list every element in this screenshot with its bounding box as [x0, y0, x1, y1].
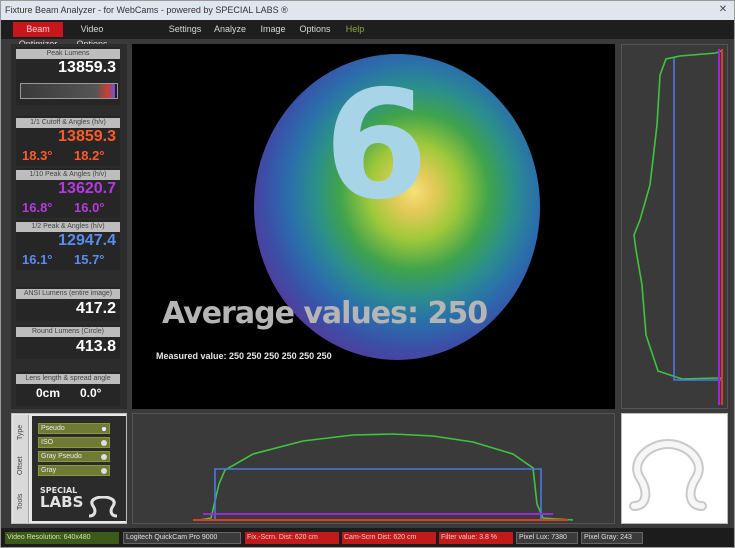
option-gray-pseudo[interactable]: Gray Pseudo — [38, 451, 110, 462]
window-title: Fixture Beam Analyzer - for WebCams - po… — [5, 5, 288, 15]
cutoff-angle-v: 18.2° — [74, 148, 105, 163]
ansi-value: 417.2 — [75, 300, 116, 317]
vertical-profile-plot — [621, 44, 728, 409]
menu-bar: Beam Optimizer Video Options Settings An… — [1, 20, 734, 49]
cutoff-value: 13859.3 — [58, 128, 116, 145]
menu-options[interactable]: Options — [296, 22, 334, 37]
color-mode-block: Pseudo ISO Gray Pseudo Gray SPECIAL LABS — [32, 416, 126, 521]
vertical-profile-svg — [633, 49, 723, 405]
tools-panel: Type Offset Tools Pseudo ISO Gray Pseudo… — [11, 413, 127, 524]
tab-tools[interactable]: Tools — [13, 485, 29, 519]
vertical-profile-green — [633, 50, 722, 380]
tab-type[interactable]: Type — [13, 417, 29, 447]
horizontal-profile-plot — [132, 413, 615, 524]
field-value: 13620.7 — [58, 180, 116, 197]
option-gray-pseudo-label: Gray Pseudo — [41, 453, 82, 460]
peak-meter — [20, 83, 118, 99]
beam-value: 12947.4 — [58, 232, 116, 249]
field-label: 1/10 Peak & Angles (h/v) — [16, 170, 120, 180]
status-camera-name: Logitech QuickCam Pro 9000 — [123, 532, 241, 544]
logo-line2: LABS — [40, 493, 84, 511]
option-iso-label: ISO — [41, 439, 54, 446]
omega-preview-icon — [629, 438, 707, 511]
radio-icon[interactable] — [101, 468, 107, 474]
tools-tab-strip: Type Offset Tools — [13, 415, 29, 523]
field-box: 1/10 Peak & Angles (h/v) 13620.7 16.8° 1… — [16, 168, 120, 218]
horizontal-profile-green — [198, 433, 574, 521]
radio-icon[interactable] — [101, 454, 107, 460]
field-angle-h: 16.8° — [22, 200, 53, 215]
option-pseudo[interactable]: Pseudo — [38, 423, 110, 434]
logo-preview — [621, 413, 728, 524]
beam-image-view[interactable]: 6 Average values: 250 Measured value: 25… — [132, 44, 615, 409]
lens-box: Lens length & spread angle 0cm 0.0° — [16, 372, 120, 406]
lens-angle: 0.0° — [80, 386, 102, 400]
option-gray-label: Gray — [41, 467, 57, 474]
beam-box: 1/2 Peak & Angles (h/v) 12947.4 16.1° 15… — [16, 220, 120, 270]
app-window: Fixture Beam Analyzer - for WebCams - po… — [0, 0, 735, 548]
ansi-box: ANSI Lumens (entire image) 417.2 — [16, 287, 120, 321]
peak-lumens-box: Peak Lumens 13859.3 — [16, 47, 120, 105]
menu-beam-optimizer[interactable]: Beam Optimizer — [13, 22, 63, 49]
readout-panel: Peak Lumens 13859.3 1/1 Cutoff & Angles … — [11, 44, 127, 409]
peak-meter-fill — [21, 84, 116, 98]
overlay-digit: 6 — [324, 59, 428, 233]
menu-settings[interactable]: Settings — [165, 22, 205, 37]
cutoff-label: 1/1 Cutoff & Angles (h/v) — [16, 118, 120, 128]
status-filter-value: Filter value: 3.8 % — [439, 532, 513, 544]
radio-icon[interactable] — [101, 440, 107, 446]
peak-lumens-label: Peak Lumens — [16, 49, 120, 59]
lens-label: Lens length & spread angle — [16, 374, 120, 384]
tab-offset[interactable]: Offset — [13, 449, 29, 483]
menu-analyze[interactable]: Analyze — [211, 22, 249, 37]
status-fixture-distance: Fix.-Scrn. Dist: 620 cm — [245, 532, 339, 544]
status-pixel-gray: Pixel Gray: 243 — [581, 532, 643, 544]
vertical-profile-blue — [673, 58, 721, 381]
lens-distance: 0cm — [36, 386, 61, 400]
cutoff-angle-h: 18.3° — [22, 148, 53, 163]
round-label: Round Lumens (Circle) — [16, 327, 120, 337]
status-video-resolution: Video Resolution: 640x480 — [5, 532, 119, 544]
special-labs-logo: SPECIAL LABS — [40, 486, 83, 510]
title-bar: Fixture Beam Analyzer - for WebCams - po… — [1, 1, 734, 20]
close-icon[interactable]: ✕ — [716, 3, 730, 17]
cutoff-box: 1/1 Cutoff & Angles (h/v) 13859.3 18.3° … — [16, 116, 120, 166]
menu-video-options[interactable]: Video Options — [68, 22, 116, 49]
measured-values-text: Measured value: 250 250 250 250 250 250 — [156, 351, 332, 361]
ansi-label: ANSI Lumens (entire image) — [16, 289, 120, 299]
round-value: 413.8 — [75, 338, 116, 355]
option-pseudo-label: Pseudo — [41, 425, 65, 432]
beam-angle-v: 15.7° — [74, 252, 105, 267]
beam-angle-h: 16.1° — [22, 252, 53, 267]
beam-label: 1/2 Peak & Angles (h/v) — [16, 222, 120, 232]
option-iso[interactable]: ISO — [38, 437, 110, 448]
omega-logo-icon — [88, 496, 118, 518]
option-gray[interactable]: Gray — [38, 465, 110, 476]
average-values-text: Average values: 250 — [162, 296, 488, 331]
status-pixel-lux: Pixel Lux: 7380 — [516, 532, 578, 544]
status-bar: Video Resolution: 640x480 Logitech Quick… — [1, 528, 734, 547]
peak-lumens-value: 13859.3 — [58, 59, 116, 76]
menu-image[interactable]: Image — [257, 22, 289, 37]
round-box: Round Lumens (Circle) 413.8 — [16, 325, 120, 359]
radio-checked-icon[interactable] — [101, 426, 107, 432]
status-camera-distance: Cam-Scrn Dist: 620 cm — [342, 532, 436, 544]
horizontal-profile-blue — [203, 468, 553, 521]
horizontal-profile-svg — [193, 433, 574, 521]
menu-help[interactable]: Help — [341, 22, 369, 37]
field-angle-v: 16.0° — [74, 200, 105, 215]
